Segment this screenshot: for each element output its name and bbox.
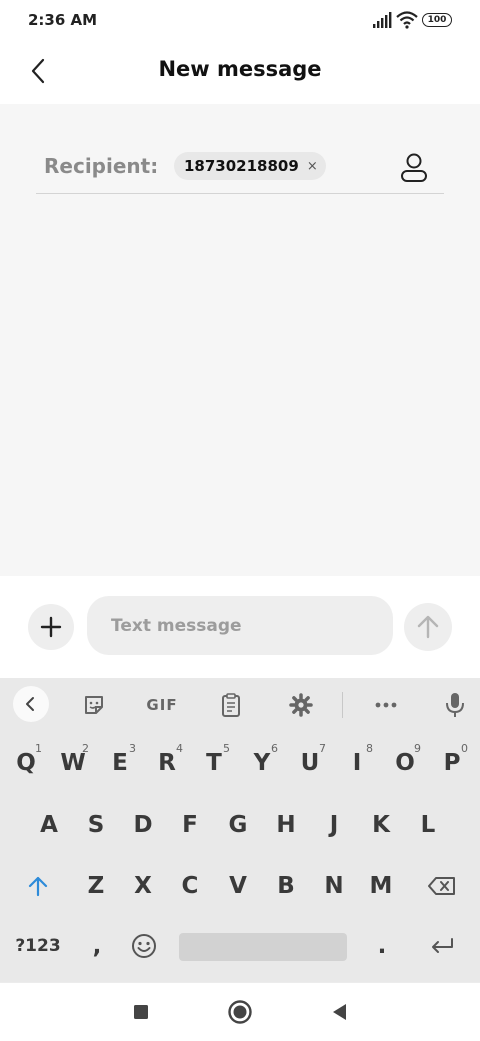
key-e[interactable]: E3 [98, 738, 142, 788]
home-button[interactable] [225, 997, 255, 1027]
key-f[interactable]: F [168, 800, 212, 850]
sticker-icon [85, 696, 103, 714]
recipient-divider [36, 193, 444, 194]
key-x[interactable]: X [121, 861, 165, 911]
enter-icon [432, 938, 453, 953]
collapse-toolbar-button[interactable] [13, 686, 49, 722]
gif-button[interactable]: GIF [142, 687, 182, 723]
wifi-icon [396, 11, 418, 29]
system-nav-bar [0, 982, 480, 1041]
backspace-icon [428, 877, 455, 895]
key-s[interactable]: S [74, 800, 118, 850]
toolbar-separator [342, 692, 343, 718]
clipboard-button[interactable] [213, 687, 249, 723]
recents-button[interactable] [126, 997, 156, 1027]
emoji-icon [132, 934, 156, 958]
add-attachment-button[interactable] [28, 604, 74, 650]
key-m[interactable]: M [359, 861, 403, 911]
key-c[interactable]: C [168, 861, 212, 911]
voice-input-button[interactable] [437, 687, 473, 723]
key-h[interactable]: H [264, 800, 308, 850]
key-w[interactable]: W2 [51, 738, 95, 788]
keyboard: GIF Q 1 W 2 E 3 R 4 T 5 Y 6 U 7 I 8 O 9 … [0, 678, 480, 982]
status-bar: 2:36 AM 100 [0, 0, 480, 42]
shift-key[interactable] [16, 861, 60, 911]
back-icon [333, 1004, 346, 1020]
recipient-number: 18730218809 [184, 157, 299, 175]
gif-label: GIF [146, 696, 178, 714]
key-b[interactable]: B [264, 861, 308, 911]
battery-icon: 100 [422, 13, 452, 27]
key-r[interactable]: R4 [145, 738, 189, 788]
symbols-key[interactable]: ?123 [10, 921, 66, 971]
back-button[interactable] [24, 56, 54, 86]
period-key[interactable]: . [360, 921, 404, 971]
page-title: New message [158, 57, 322, 81]
chevron-left-icon [26, 697, 34, 711]
arrow-up-icon [417, 615, 439, 639]
space-key[interactable] [179, 933, 347, 961]
recipient-label: Recipient: [44, 154, 159, 178]
key-n[interactable]: N [312, 861, 356, 911]
clipboard-icon [222, 693, 240, 717]
key-t[interactable]: T5 [192, 738, 236, 788]
conversation-area: Recipient: 18730218809 × [0, 104, 480, 576]
key-p[interactable]: P0 [430, 738, 474, 788]
key-g[interactable]: G [216, 800, 260, 850]
compose-bar [0, 576, 480, 678]
key-z[interactable]: Z [74, 861, 118, 911]
plus-icon [40, 616, 62, 638]
key-y[interactable]: Y6 [240, 738, 284, 788]
sticker-button[interactable] [76, 687, 112, 723]
signal-icon [373, 12, 392, 28]
more-icon [375, 702, 397, 708]
mic-icon [446, 693, 464, 717]
recents-icon [134, 1005, 148, 1019]
key-u[interactable]: U7 [288, 738, 332, 788]
comma-key[interactable]: , [75, 921, 119, 971]
key-v[interactable]: V [216, 861, 260, 911]
message-input[interactable] [87, 596, 393, 655]
nav-back-button[interactable] [324, 997, 354, 1027]
keyboard-toolbar: GIF [0, 678, 480, 732]
backspace-key[interactable] [420, 861, 464, 911]
contact-picker-button[interactable] [396, 150, 432, 186]
key-k[interactable]: K [359, 800, 403, 850]
recipient-chip[interactable]: 18730218809 × [174, 152, 326, 180]
home-icon [228, 1000, 252, 1024]
shift-icon [28, 876, 48, 897]
key-d[interactable]: D [121, 800, 165, 850]
key-l[interactable]: L [406, 800, 450, 850]
key-q[interactable]: Q1 [4, 738, 48, 788]
key-o[interactable]: O9 [383, 738, 427, 788]
key-a[interactable]: A [27, 800, 71, 850]
person-icon [401, 153, 427, 182]
enter-key[interactable] [420, 921, 464, 971]
key-i[interactable]: I8 [335, 738, 379, 788]
emoji-key[interactable] [122, 921, 166, 971]
app-header: New message [0, 42, 480, 104]
keyboard-settings-button[interactable] [283, 687, 319, 723]
send-button[interactable] [404, 603, 452, 651]
battery-level: 100 [427, 15, 447, 25]
status-time: 2:36 AM [28, 11, 98, 29]
key-j[interactable]: J [312, 800, 356, 850]
more-options-button[interactable] [368, 687, 404, 723]
remove-recipient-button[interactable]: × [307, 159, 318, 174]
gear-icon [289, 693, 313, 717]
